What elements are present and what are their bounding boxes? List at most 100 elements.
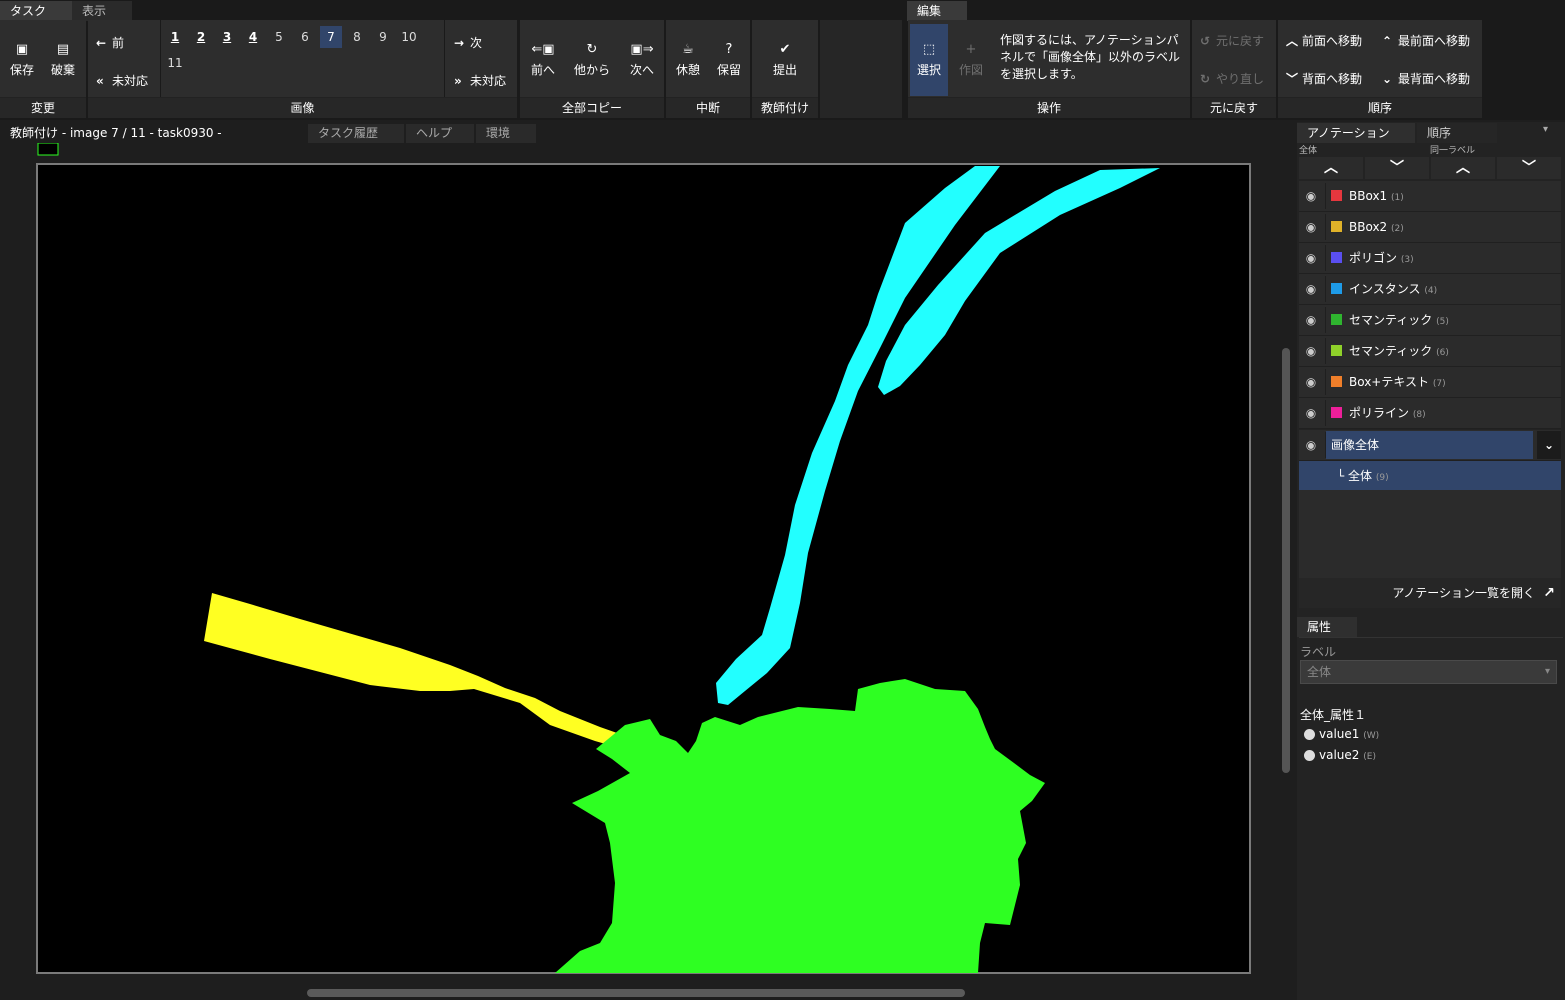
next-button[interactable]: → 次 — [454, 34, 482, 51]
page-9-button[interactable]: 9 — [372, 26, 394, 48]
submit-button[interactable]: ✔ 提出 — [760, 42, 810, 78]
tab-environment[interactable]: 環境 — [476, 124, 536, 143]
scope-all-up-button[interactable]: ︿ — [1299, 157, 1363, 179]
radio-value2[interactable] — [1304, 750, 1315, 761]
page-8-button[interactable]: 8 — [346, 26, 368, 48]
next-unhandled-button[interactable]: » 未対応 — [454, 72, 506, 89]
arrow-left-icon: ← — [96, 36, 107, 50]
page-1-button[interactable]: 1 — [164, 26, 186, 48]
eye-icon[interactable]: ◉ — [1303, 438, 1319, 452]
page-7-button[interactable]: 7 — [320, 26, 342, 48]
hold-button[interactable]: ? 保留 — [710, 42, 748, 78]
page-10-button[interactable]: 10 — [398, 26, 420, 48]
open-annotation-list-button[interactable]: アノテーション一覧を開く ↗ — [1299, 578, 1561, 608]
send-backward-button[interactable]: ﹀ 背面へ移動 — [1286, 70, 1362, 87]
attribute-name: 全体_属性１ — [1300, 708, 1367, 722]
page-4-button[interactable]: 4 — [242, 26, 264, 48]
label-color-swatch — [1331, 376, 1342, 387]
prev-unhandled-button[interactable]: «未対応 — [96, 72, 148, 89]
label-row-3[interactable]: ◉ ポリゴン (3) — [1299, 243, 1561, 274]
label-row-5[interactable]: ◉ セマンティック (5) — [1299, 305, 1561, 336]
page-6-button[interactable]: 6 — [294, 26, 316, 48]
eye-icon[interactable]: ◉ — [1303, 251, 1319, 265]
option-value1[interactable]: value1 (W) — [1319, 727, 1379, 741]
scope-same-down-button[interactable]: ﹀ — [1497, 157, 1561, 179]
eye-icon[interactable]: ◉ — [1303, 282, 1319, 296]
label-row-image-whole[interactable]: ◉ 画像全体 ⌄ — [1299, 430, 1561, 461]
tab-attributes[interactable]: 属性 — [1297, 617, 1357, 637]
label-name: BBox1 (1) — [1349, 189, 1404, 203]
vertical-scroll-thumb[interactable] — [1282, 348, 1290, 773]
bring-to-front-button[interactable]: ⌃ 最前面へ移動 — [1382, 32, 1470, 49]
tab-task-history[interactable]: タスク履歴 — [308, 124, 404, 143]
eye-icon[interactable]: ◉ — [1303, 189, 1319, 203]
horizontal-scroll-thumb[interactable] — [307, 989, 965, 997]
scope-all-down-button[interactable]: ﹀ — [1365, 157, 1429, 179]
tab-view[interactable]: 表示 — [72, 1, 132, 21]
chevron-down-icon: ▾ — [1544, 666, 1550, 677]
label-row-4[interactable]: ◉ インスタンス (4) — [1299, 274, 1561, 305]
panel-menu-icon[interactable]: ▾ — [1543, 124, 1548, 135]
question-icon: ? — [725, 42, 733, 57]
group-order: ︿ 前面へ移動 ⌃ 最前面へ移動 ﹀ 背面へ移動 ⌄ 最背面へ移動 順序 — [1278, 20, 1482, 118]
copy-from-prev-button[interactable]: ⇐▣ 前へ — [524, 42, 562, 78]
tab-help[interactable]: ヘルプ — [406, 124, 474, 143]
eye-icon[interactable]: ◉ — [1303, 375, 1319, 389]
annotation-canvas-area[interactable] — [0, 143, 1278, 985]
eye-icon[interactable]: ◉ — [1303, 220, 1319, 234]
label-name: ポリゴン (3) — [1349, 251, 1414, 265]
radio-value1[interactable] — [1304, 729, 1315, 740]
scope-same-up-button[interactable]: ︿ — [1431, 157, 1495, 179]
redo-button[interactable]: ↻ やり直し — [1200, 70, 1264, 87]
refresh-icon: ↻ — [586, 42, 598, 57]
save-icon: ▣ — [15, 42, 29, 57]
tab-order[interactable]: 順序 — [1417, 123, 1497, 143]
eye-icon[interactable]: ◉ — [1303, 406, 1319, 420]
group-caption: 変更 — [0, 97, 86, 118]
bring-forward-button[interactable]: ︿ 前面へ移動 — [1286, 32, 1362, 49]
group-teach: ✔ 提出 教師付け — [752, 20, 818, 118]
send-to-back-button[interactable]: ⌄ 最背面へ移動 — [1382, 70, 1470, 87]
select-button[interactable]: ⬚ 選択 — [910, 24, 948, 96]
discard-button[interactable]: ▤ 破棄 — [44, 42, 82, 78]
label-row-7[interactable]: ◉ Box+テキスト (7) — [1299, 367, 1561, 398]
undo-button[interactable]: ↺ 元に戻す — [1200, 32, 1264, 49]
annotation-canvas[interactable] — [0, 143, 1278, 985]
copy-prev-icon: ⇐▣ — [531, 42, 555, 57]
label-row-whole-child[interactable]: └ 全体 (9) — [1299, 461, 1561, 491]
label-row-6[interactable]: ◉ セマンティック (6) — [1299, 336, 1561, 367]
tab-annotate[interactable]: 教師付け - image 7 / 11 - task0930 - ToolInf… — [0, 124, 306, 159]
tab-edit[interactable]: 編集 — [907, 1, 967, 21]
label-color-swatch — [1331, 221, 1342, 232]
break-button[interactable]: ☕ 休憩 — [670, 42, 706, 78]
chevron-down-icon[interactable]: ⌄ — [1537, 431, 1561, 459]
label-select[interactable]: 全体 ▾ — [1300, 660, 1557, 684]
page-5-button[interactable]: 5 — [268, 26, 290, 48]
page-2-button[interactable]: 2 — [190, 26, 212, 48]
save-button[interactable]: ▣ 保存 — [4, 42, 40, 78]
tab-annotation[interactable]: アノテーション — [1297, 123, 1415, 143]
label-caption: ラベル — [1300, 645, 1337, 659]
prev-button[interactable]: ← 前 — [96, 34, 124, 51]
child-label: └ 全体 (9) — [1337, 469, 1389, 483]
label-color-swatch — [1331, 314, 1342, 325]
option-value2[interactable]: value2 (E) — [1319, 748, 1376, 762]
eye-icon[interactable]: ◉ — [1303, 313, 1319, 327]
label-row-1[interactable]: ◉ BBox1 (1) — [1299, 181, 1561, 212]
divider — [444, 20, 445, 98]
divider — [1325, 276, 1326, 302]
draw-button[interactable]: + 作図 — [952, 42, 990, 78]
page-3-button[interactable]: 3 — [216, 26, 238, 48]
tab-task[interactable]: タスク — [0, 1, 72, 21]
label-name: Box+テキスト (7) — [1349, 375, 1446, 389]
copy-from-others-button[interactable]: ↻ 他から — [570, 42, 614, 78]
copy-to-next-button[interactable]: ▣⇒ 次へ — [622, 42, 662, 78]
label-row-2[interactable]: ◉ BBox2 (2) — [1299, 212, 1561, 243]
label-row-8[interactable]: ◉ ポリライン (8) — [1299, 398, 1561, 429]
group-caption: 教師付け — [752, 97, 818, 118]
eye-icon[interactable]: ◉ — [1303, 344, 1319, 358]
minimap-handle[interactable] — [37, 143, 59, 156]
group-caption: 画像 — [88, 97, 517, 118]
page-11-button[interactable]: 11 — [164, 52, 186, 74]
draw-hint: 作図するには、アノテーションパネルで「画像全体」以外のラベルを選択します。 — [1000, 33, 1181, 81]
